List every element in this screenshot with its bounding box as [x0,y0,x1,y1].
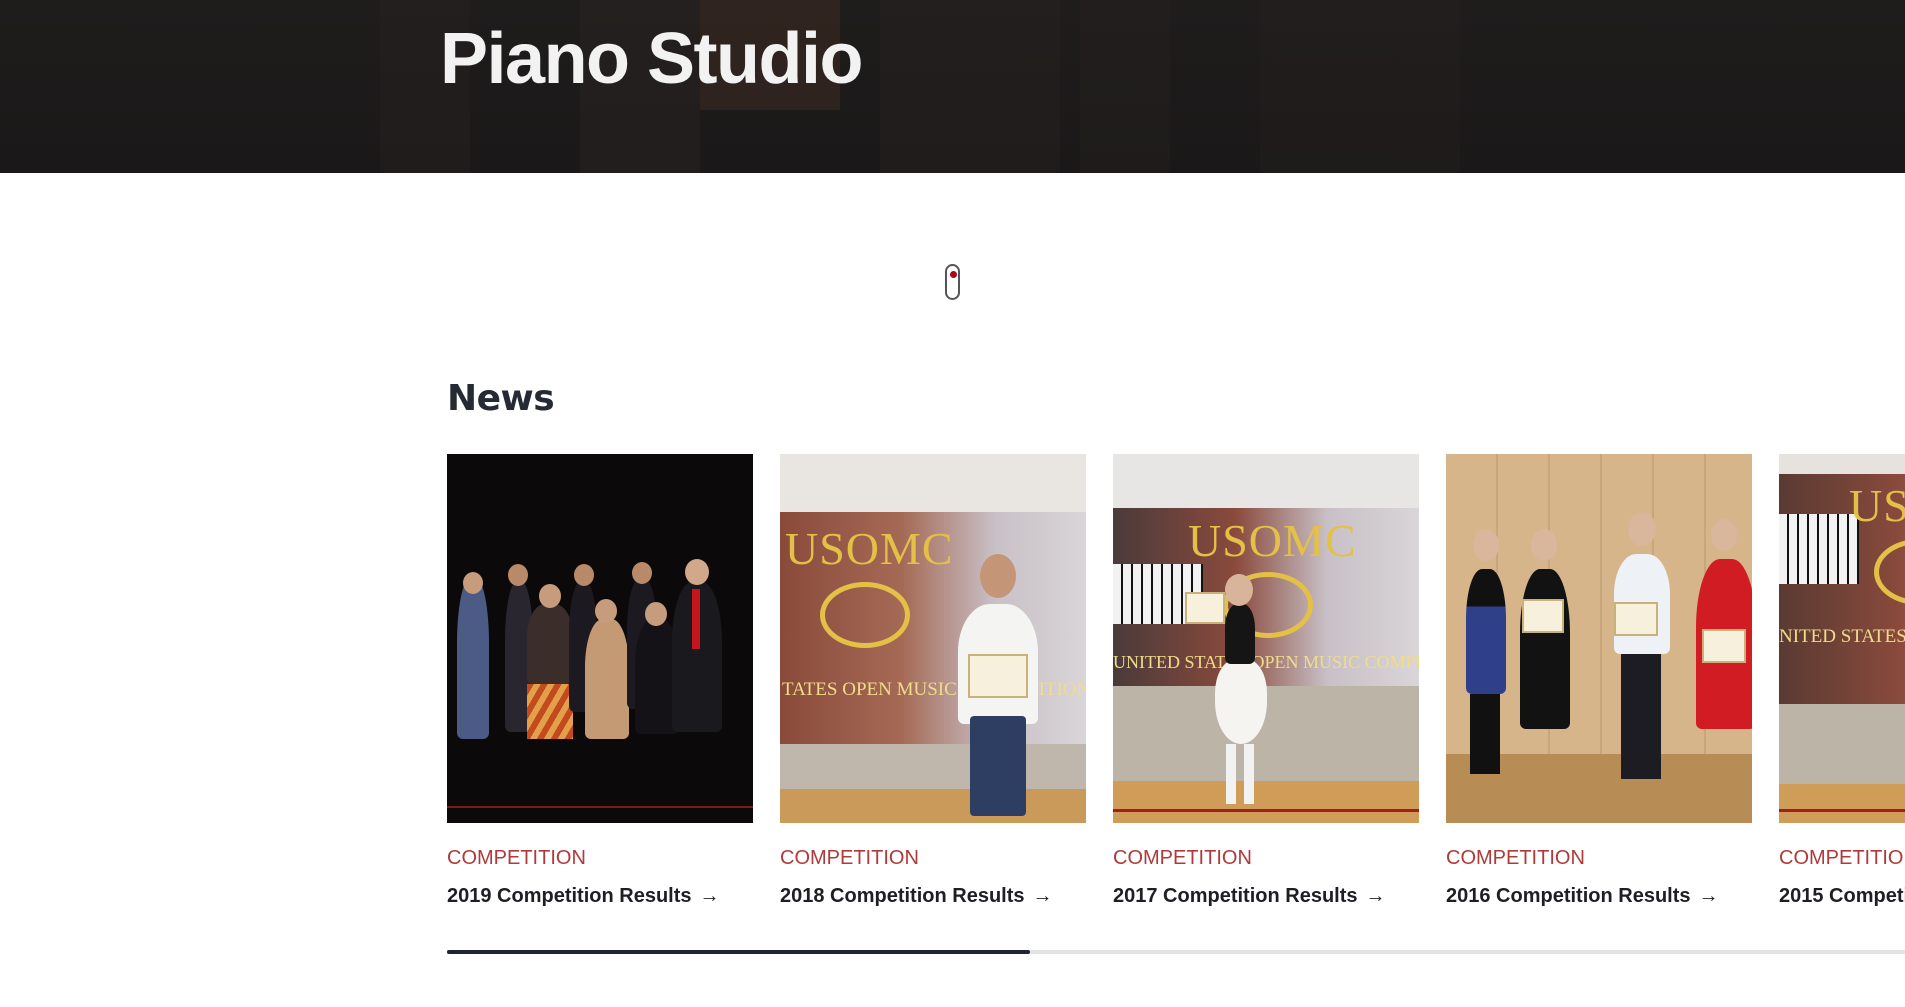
news-card[interactable]: COMPETITION 2016 Competition Results → [1446,454,1752,907]
news-heading: News [447,378,555,419]
carousel-scrollbar[interactable] [447,950,1905,954]
news-card-image[interactable] [1446,454,1752,823]
banner-logo: USOMC [1188,515,1357,566]
scroll-dot [949,271,957,278]
banner-logo: USOMC [785,523,954,574]
news-card-category[interactable]: COMPETITION [447,847,586,870]
hero-bg-figure [880,0,1060,173]
news-card[interactable]: USOMC TATES OPEN MUSIC COMPETITION COMPE… [780,454,1086,907]
banner-subtitle: UNITED STATES OPEN MUSIC COMPETITION [1113,652,1419,672]
news-card[interactable]: COMPETITION 2019 Competition Results → [447,454,753,907]
news-card[interactable]: USOMC NITED STATES COMPETITION 2015 Comp… [1779,454,1905,934]
news-card-title-link[interactable]: 2018 Competition Results → [780,885,1053,908]
arrow-right-icon[interactable]: → [1366,885,1386,908]
mouse-scroll-icon[interactable] [945,264,960,300]
news-card-category[interactable]: COMPETITION [1779,847,1905,870]
news-card-image[interactable]: USOMC NITED STATES [1779,454,1905,823]
news-card-category[interactable]: COMPETITION [1446,847,1585,870]
news-card-title-link[interactable]: 2015 Competition Results→ [1779,885,1905,908]
hero-bg-figure [1080,0,1170,173]
banner-emblem [820,582,910,648]
carousel-scrollbar-thumb[interactable] [447,950,1031,954]
arrow-right-icon[interactable]: → [1699,885,1719,908]
news-card-category[interactable]: COMPETITION [1113,847,1252,870]
news-card-image[interactable] [447,454,753,823]
arrow-right-icon[interactable]: → [1033,885,1053,908]
news-card-title-link[interactable]: 2019 Competition Results → [447,885,720,908]
banner-subtitle: TATES OPEN MUSIC COMPETITION [782,679,1086,700]
news-card-category[interactable]: COMPETITION [780,847,919,870]
news-card-image[interactable]: USOMC UNITED STATES OPEN MUSIC COMPETITI… [1113,454,1419,823]
news-card-title[interactable]: 2019 Competition Results [447,885,692,907]
news-card-title-link[interactable]: 2016 Competition Results → [1446,885,1719,908]
banner-subtitle: NITED STATES [1779,626,1905,647]
news-card[interactable]: USOMC UNITED STATES OPEN MUSIC COMPETITI… [1113,454,1419,907]
hero-banner: Piano Studio [0,0,1905,173]
news-card-title[interactable]: 2017 Competition Results [1113,885,1358,907]
news-card-title[interactable]: 2016 Competition Results [1446,885,1691,907]
news-card-title[interactable]: 2018 Competition Results [780,885,1025,907]
banner-logo: USOMC [1849,480,1905,531]
arrow-right-icon[interactable]: → [700,885,720,908]
page-title: Piano Studio [440,19,863,99]
news-card-image[interactable]: USOMC TATES OPEN MUSIC COMPETITION [780,454,1086,823]
hero-bg-figure [1260,0,1460,173]
news-card-title[interactable]: 2015 Competition Results [1779,885,1905,907]
news-card-title-link[interactable]: 2017 Competition Results → [1113,885,1386,908]
